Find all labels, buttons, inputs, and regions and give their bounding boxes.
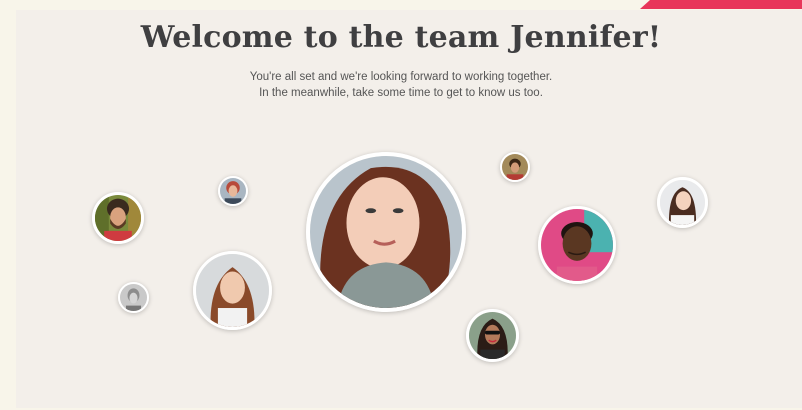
team-member-photo <box>469 312 516 359</box>
team-member-photo <box>220 178 246 204</box>
team-member-photo <box>196 254 269 327</box>
team-member-avatar-woman-small[interactable] <box>218 176 248 206</box>
team-member-photo <box>120 284 147 311</box>
team-member-avatar-woman-gray[interactable] <box>118 282 149 313</box>
team-member-photo <box>502 154 528 180</box>
team-member-avatar-woman-right[interactable] <box>657 177 708 228</box>
team-member-photo <box>660 180 705 225</box>
team-member-avatar-man-small[interactable] <box>500 152 530 182</box>
team-member-avatar-bearded-man[interactable] <box>92 192 144 244</box>
featured-avatar-jennifer[interactable] <box>306 152 466 312</box>
team-member-avatar-woman-sunglasses[interactable] <box>466 309 519 362</box>
welcome-subtitle: You're all set and we're looking forward… <box>0 69 802 101</box>
accent-stripe <box>640 0 802 9</box>
subtitle-line-1: You're all set and we're looking forward… <box>249 71 553 83</box>
subtitle-line-2: In the meanwhile, take some time to get … <box>259 87 543 99</box>
team-member-avatar-auburn-woman[interactable] <box>193 251 272 330</box>
featured-photo <box>310 156 462 308</box>
team-member-photo <box>541 209 613 281</box>
welcome-heading: Welcome to the team Jennifer! <box>140 20 662 55</box>
team-member-avatar-smiling-man[interactable] <box>538 206 616 284</box>
team-member-photo <box>95 195 141 241</box>
